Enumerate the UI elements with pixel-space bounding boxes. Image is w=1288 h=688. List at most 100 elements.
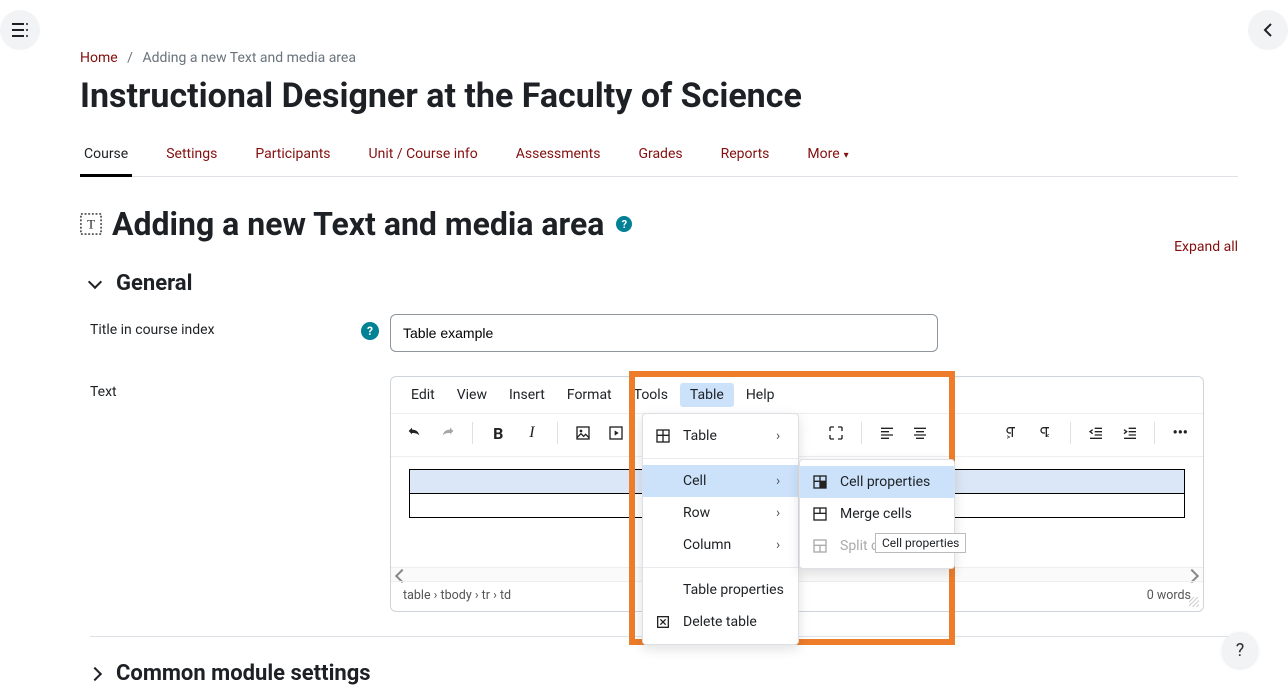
chevron-left-icon [1263, 23, 1273, 37]
menu-delete-table[interactable]: Delete table [643, 606, 798, 638]
align-left-button[interactable] [874, 420, 900, 446]
cell-properties-icon [812, 474, 830, 490]
menu-table-label: Table [683, 428, 766, 444]
breadcrumb-home[interactable]: Home [80, 50, 118, 66]
menubar-edit[interactable]: Edit [401, 383, 445, 407]
outdent-button[interactable] [1083, 420, 1109, 446]
redo-button[interactable] [435, 420, 461, 446]
page-title: Instructional Designer at the Faculty of… [80, 76, 1238, 116]
section-help-icon[interactable]: ? [616, 216, 632, 232]
breadcrumb: Home / Adding a new Text and media area [80, 50, 1238, 66]
menu-table[interactable]: Table › [643, 420, 798, 452]
breadcrumb-separator: / [127, 50, 133, 66]
rich-text-editor: Edit View Insert Format Tools Table Help… [390, 376, 1204, 612]
menubar-table[interactable]: Table [680, 383, 734, 407]
fieldset-general-title: General [116, 271, 192, 296]
open-right-drawer[interactable] [1248, 10, 1288, 50]
course-tabs: Course Settings Participants Unit / Cour… [80, 138, 1238, 177]
menu-delete-table-label: Delete table [683, 614, 786, 630]
more-toolbar-button[interactable]: ••• [1167, 420, 1193, 446]
hamburger-icon [12, 23, 28, 37]
align-center-icon [912, 425, 928, 441]
editor-word-count[interactable]: 0 words [1147, 588, 1191, 603]
menu-column[interactable]: Column › [643, 529, 798, 561]
undo-button[interactable] [401, 420, 427, 446]
ltr-button[interactable] [999, 420, 1025, 446]
cell-properties-tooltip: Cell properties [875, 533, 966, 553]
indent-button[interactable] [1117, 420, 1143, 446]
image-icon [575, 425, 591, 441]
menu-merge-cells-label: Merge cells [840, 506, 942, 522]
input-title-in-course-index[interactable] [390, 314, 938, 352]
section-heading: Adding a new Text and media area ? [112, 205, 632, 243]
label-title-in-course-index: Title in course index [90, 322, 215, 338]
menu-merge-cells[interactable]: Merge cells [800, 498, 954, 530]
resize-handle-icon[interactable] [1189, 597, 1199, 607]
tab-more[interactable]: More▾ [803, 138, 852, 176]
chevron-right-icon: › [776, 473, 786, 489]
help-title-in-course-index[interactable]: ? [361, 322, 379, 340]
delete-icon [655, 614, 673, 630]
menu-row[interactable]: Row › [643, 497, 798, 529]
floating-help-button[interactable]: ? [1222, 632, 1258, 668]
menu-cell-properties[interactable]: Cell properties [800, 466, 954, 498]
open-left-drawer[interactable] [0, 10, 40, 50]
editor-element-path[interactable]: table › tbody › tr › td [403, 588, 511, 603]
table-icon [655, 428, 673, 444]
italic-button[interactable]: I [519, 420, 545, 446]
menu-row-label: Row [683, 505, 766, 521]
rtl-icon [1037, 425, 1053, 441]
align-center-button[interactable] [907, 420, 933, 446]
menu-divider [643, 458, 798, 459]
chevron-right-icon: › [776, 428, 786, 444]
split-cell-icon [812, 538, 830, 554]
ltr-icon [1003, 425, 1019, 441]
menubar-format[interactable]: Format [557, 383, 622, 407]
media-icon [608, 425, 624, 441]
align-left-icon [879, 425, 895, 441]
merge-cells-icon [812, 506, 830, 522]
tab-reports[interactable]: Reports [717, 138, 774, 176]
tab-course[interactable]: Course [80, 138, 132, 177]
tab-unit-course-info[interactable]: Unit / Course info [365, 138, 482, 176]
tab-assessments[interactable]: Assessments [512, 138, 605, 176]
fieldset-common-module-title: Common module settings [116, 661, 371, 686]
media-button[interactable] [603, 420, 629, 446]
rtl-button[interactable] [1032, 420, 1058, 446]
chevron-right-icon: › [776, 505, 786, 521]
fieldset-general-toggle[interactable]: General [90, 271, 1238, 296]
menubar-view[interactable]: View [447, 383, 497, 407]
menu-divider [643, 567, 798, 568]
toolbar-separator [1154, 422, 1155, 444]
fullscreen-icon [828, 425, 844, 441]
fullscreen-button[interactable] [823, 420, 849, 446]
menu-cell-properties-label: Cell properties [840, 474, 942, 490]
menu-cell-label: Cell [683, 473, 766, 489]
tab-more-label: More [807, 146, 839, 162]
table-dropdown-menu: Table › Cell › Row › [642, 413, 799, 645]
text-media-icon: T [80, 213, 102, 235]
menubar-help[interactable]: Help [736, 383, 785, 407]
svg-text:T: T [87, 218, 95, 232]
chevron-right-icon [88, 666, 102, 680]
menubar-insert[interactable]: Insert [499, 383, 555, 407]
section-heading-text: Adding a new Text and media area [112, 205, 604, 243]
chevron-right-icon: › [776, 537, 786, 553]
tab-settings[interactable]: Settings [162, 138, 221, 176]
menu-cell[interactable]: Cell › [643, 465, 798, 497]
breadcrumb-current: Adding a new Text and media area [142, 50, 356, 66]
menu-table-properties-label: Table properties [683, 582, 786, 598]
chevron-down-icon [88, 275, 102, 289]
editor-menubar: Edit View Insert Format Tools Table Help [391, 377, 1203, 414]
tab-participants[interactable]: Participants [251, 138, 334, 176]
menu-column-label: Column [683, 537, 766, 553]
menubar-tools[interactable]: Tools [624, 383, 678, 407]
menu-table-properties[interactable]: Table properties [643, 574, 798, 606]
bold-button[interactable]: B [485, 420, 511, 446]
label-text: Text [90, 384, 117, 400]
image-button[interactable] [570, 420, 596, 446]
tab-grades[interactable]: Grades [634, 138, 686, 176]
outdent-icon [1088, 425, 1104, 441]
undo-icon [406, 425, 422, 441]
toolbar-separator [472, 422, 473, 444]
